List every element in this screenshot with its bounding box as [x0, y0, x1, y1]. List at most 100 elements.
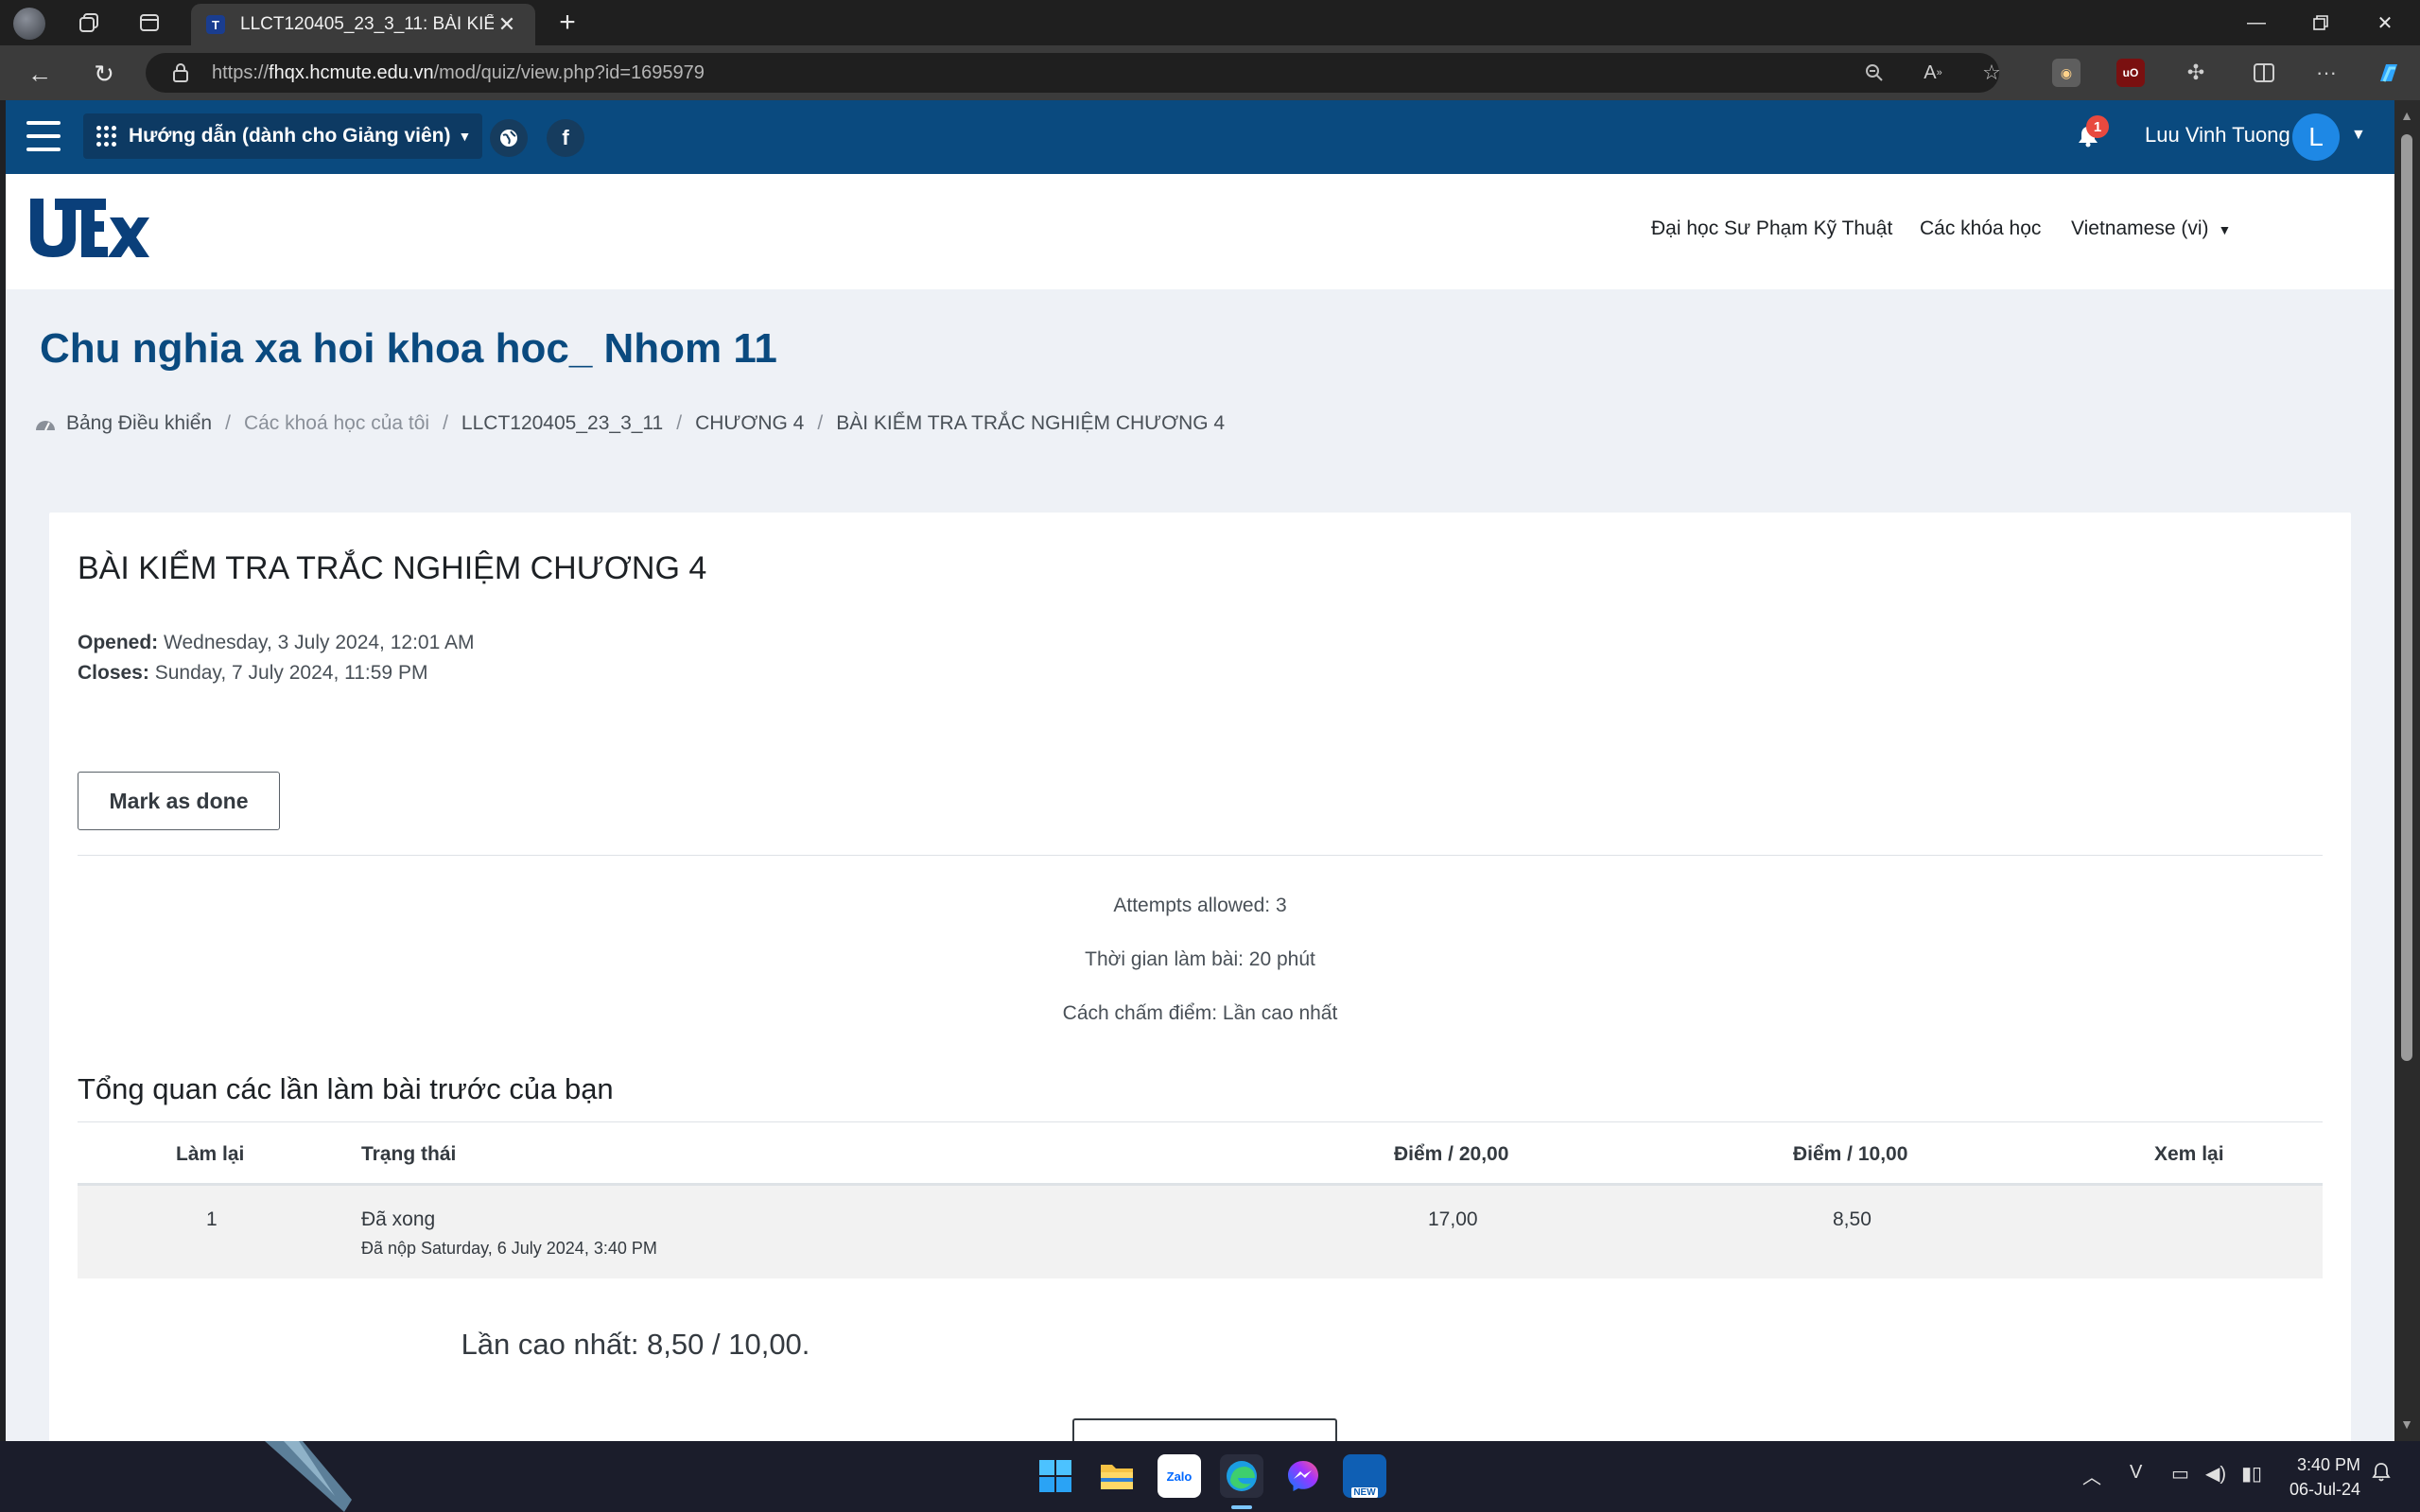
breadcrumb-course[interactable]: LLCT120405_23_3_11 [461, 412, 663, 435]
caret-down-icon[interactable]: ▼ [2351, 127, 2366, 144]
divider [78, 855, 2323, 856]
attempt-number: 1 [206, 1208, 218, 1230]
guide-dropdown[interactable]: Hướng dẫn (dành cho Giảng viên) ▼ [83, 113, 483, 159]
site-header: Đại học Sư Phạm Kỹ Thuật Các khóa học Vi… [6, 174, 2394, 289]
active-app-indicator [1231, 1505, 1252, 1509]
battery-icon[interactable]: ▮▯ [2241, 1462, 2262, 1486]
notifications-icon[interactable] [2372, 1462, 2391, 1488]
refresh-icon[interactable]: ↻ [85, 57, 123, 91]
attempt-marks: 17,00 [1428, 1208, 1478, 1230]
page-scrollbar[interactable]: ▲ ▼ [2394, 100, 2420, 1441]
clock-time: 3:40 PM [2296, 1455, 2360, 1474]
quiz-card: BÀI KIỂM TRA TRẮC NGHIỆM CHƯƠNG 4 Opened… [49, 513, 2351, 1441]
extension-glasses-icon[interactable]: ◉ [2052, 59, 2081, 87]
closes-date: Closes: Sunday, 7 July 2024, 11:59 PM [78, 662, 427, 685]
workspaces-icon[interactable] [70, 8, 108, 38]
grading-method: Cách chấm điểm: Lần cao nhất [1062, 1002, 1338, 1024]
favorite-icon[interactable]: ☆ [1973, 53, 2011, 93]
browser-tab[interactable]: T LLCT120405_23_3_11: BÀI KIỂM TRA ✕ [191, 4, 535, 45]
network-icon[interactable]: ▭ [2171, 1462, 2189, 1486]
user-name[interactable]: Luu Vinh Tuong [2145, 123, 2290, 148]
edge-icon[interactable] [1220, 1454, 1263, 1498]
zoom-icon[interactable] [1855, 53, 1893, 93]
facebook-icon[interactable]: f [547, 119, 584, 157]
extensions-icon[interactable]: ✣ [2177, 53, 2215, 93]
closes-label: Closes: [78, 662, 149, 684]
opened-label: Opened: [78, 632, 159, 653]
breadcrumb-separator: / [225, 412, 231, 434]
site-top-navbar: Hướng dẫn (dành cho Giảng viên) ▼ f 1 Lu… [6, 100, 2394, 174]
link-university[interactable]: Đại học Sư Phạm Kỹ Thuật [1651, 217, 1892, 240]
attempts-allowed: Attempts allowed: 3 [1113, 895, 1287, 916]
globe-icon[interactable] [490, 119, 528, 157]
outlook-new-badge: NEW [1351, 1487, 1378, 1498]
breadcrumb-quiz[interactable]: BÀI KIỂM TRA TRẮC NGHIỆM CHƯƠNG 4 [836, 412, 1225, 435]
breadcrumb-separator: / [676, 412, 683, 434]
restore-icon[interactable] [2289, 0, 2353, 45]
outlook-icon[interactable]: NEW [1343, 1454, 1386, 1498]
chevron-up-icon[interactable]: ︿ [2082, 1462, 2101, 1489]
course-title: Chu nghia xa hoi khoa hoc_ Nhom 11 [40, 325, 777, 372]
lock-icon[interactable] [172, 63, 191, 82]
mark-as-done-button[interactable]: Mark as done [78, 772, 280, 830]
highest-grade: Lần cao nhất: 8,50 / 10,00. [461, 1328, 810, 1361]
browser-tab-bar: T LLCT120405_23_3_11: BÀI KIỂM TRA ✕ + —… [0, 0, 2420, 45]
dashboard-icon [36, 421, 55, 431]
profile-icon[interactable] [13, 8, 45, 40]
apps-grid-icon [96, 126, 117, 147]
utex-logo[interactable] [26, 195, 149, 261]
notification-badge: 1 [2086, 115, 2109, 138]
back-icon[interactable]: ← [21, 57, 59, 91]
file-explorer-icon[interactable] [1095, 1454, 1139, 1498]
opened-date: Opened: Wednesday, 3 July 2024, 12:01 AM [78, 632, 474, 654]
messenger-icon[interactable] [1281, 1454, 1325, 1498]
ublock-icon[interactable]: uO [2116, 59, 2145, 87]
attempt-status: Đã xong [361, 1208, 436, 1230]
language-dropdown[interactable]: Vietnamese (vi) ▼ [2071, 217, 2231, 240]
breadcrumb-my-courses[interactable]: Các khoá học của tôi [244, 412, 429, 435]
table-header: Làm lại Trạng thái Điểm / 20,00 Điểm / 1… [78, 1121, 2323, 1186]
close-window-icon[interactable]: ✕ [2353, 0, 2417, 45]
scroll-thumb[interactable] [2401, 134, 2412, 1061]
column-header-attempt: Làm lại [176, 1143, 245, 1165]
vpn-icon[interactable]: V [2130, 1462, 2142, 1484]
volume-icon[interactable]: ◀) [2205, 1462, 2226, 1486]
split-screen-icon[interactable] [2245, 53, 2283, 93]
clock-date: 06-Jul-24 [2289, 1480, 2360, 1499]
close-icon[interactable]: ✕ [494, 12, 520, 37]
breadcrumb-separator: / [817, 412, 824, 434]
table-row: 1 Đã xong Đã nộp Saturday, 6 July 2024, … [78, 1186, 2323, 1278]
minimize-icon[interactable]: — [2224, 0, 2289, 45]
page-viewport: Hướng dẫn (dành cho Giảng viên) ▼ f 1 Lu… [6, 100, 2394, 1441]
column-header-review: Xem lại [2154, 1143, 2224, 1165]
zalo-icon[interactable]: Zalo [1158, 1454, 1201, 1498]
menu-icon[interactable] [26, 121, 61, 151]
attempts-summary-heading: Tổng quan các lần làm bài trước của bạn [78, 1072, 614, 1105]
reattempt-quiz-button[interactable]: Thực hiện lại đề thi [1072, 1418, 1337, 1441]
scroll-down-icon[interactable]: ▼ [2400, 1416, 2413, 1432]
url-field[interactable]: https://fhqx.hcmute.edu.vn/mod/quiz/view… [146, 53, 1999, 93]
scroll-up-icon[interactable]: ▲ [2400, 108, 2413, 123]
opened-value: Wednesday, 3 July 2024, 12:01 AM [164, 632, 475, 653]
read-aloud-icon[interactable]: A» [1914, 53, 1952, 93]
windows-taskbar: Zalo NEW ︿ V ▭ ◀) ▮▯ 3:40 PM 06-Jul-24 [0, 1441, 2420, 1512]
column-header-marks: Điểm / 20,00 [1394, 1143, 1509, 1165]
breadcrumb-dashboard[interactable]: Bảng Điều khiển [66, 412, 212, 435]
link-courses[interactable]: Các khóa học [1920, 217, 2041, 240]
time-limit: Thời gian làm bài: 20 phút [1085, 948, 1315, 970]
attempt-submitted: Đã nộp Saturday, 6 July 2024, 3:40 PM [361, 1239, 657, 1258]
breadcrumb-separator: / [443, 412, 448, 434]
new-tab-icon[interactable]: + [550, 6, 584, 40]
language-label: Vietnamese (vi) [2071, 217, 2209, 239]
attempts-table: Làm lại Trạng thái Điểm / 20,00 Điểm / 1… [78, 1121, 2323, 1278]
tab-title: LLCT120405_23_3_11: BÀI KIỂM TRA [240, 14, 494, 34]
breadcrumb-section[interactable]: CHƯƠNG 4 [695, 412, 804, 435]
windows-start-icon[interactable] [1034, 1454, 1077, 1498]
avatar[interactable]: L [2292, 113, 2340, 161]
system-clock[interactable]: 3:40 PM 06-Jul-24 [2266, 1452, 2360, 1502]
copilot-icon[interactable] [2370, 53, 2408, 93]
url-text: https://fhqx.hcmute.edu.vn/mod/quiz/view… [212, 61, 705, 83]
tab-actions-icon[interactable] [131, 8, 168, 38]
more-icon[interactable]: ··· [2307, 53, 2345, 93]
attempt-grade: 8,50 [1833, 1208, 1872, 1230]
